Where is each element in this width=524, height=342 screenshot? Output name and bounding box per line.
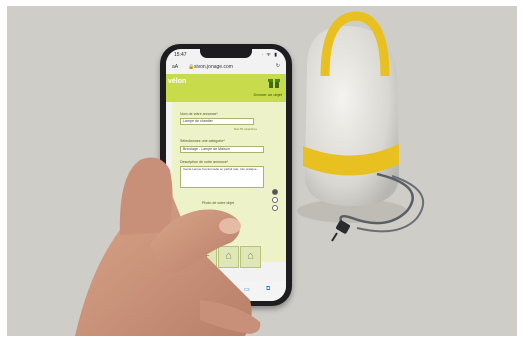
hand <box>75 157 261 336</box>
phone-notch <box>200 49 252 58</box>
